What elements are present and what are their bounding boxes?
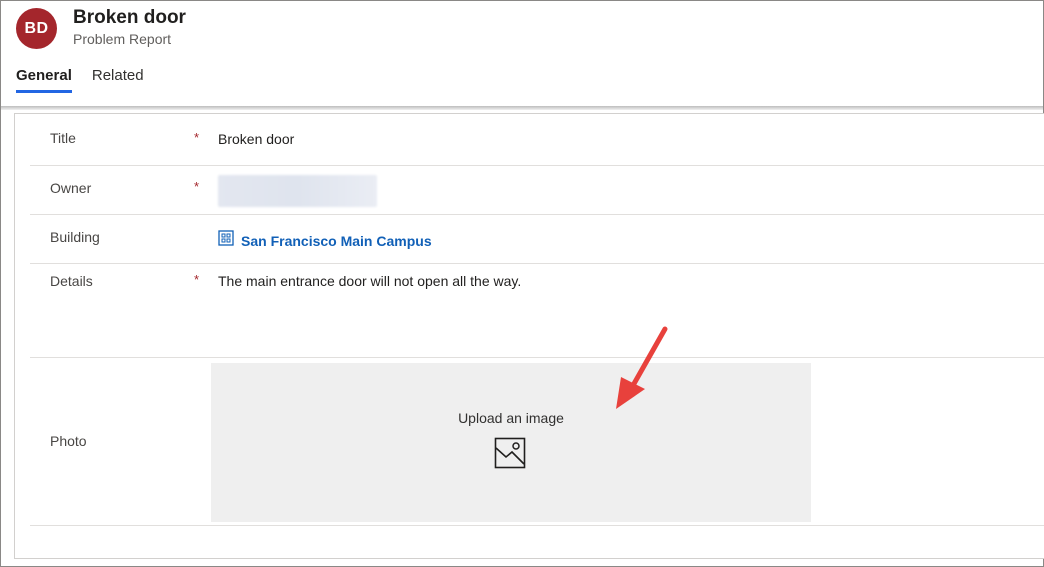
field-label-owner: Owner (50, 180, 92, 196)
building-lookup[interactable]: San Francisco Main Campus (218, 230, 432, 251)
tab-bar: General Related (16, 67, 144, 93)
tab-general[interactable]: General (16, 67, 72, 93)
image-icon (494, 437, 526, 474)
record-title: Broken door (73, 7, 186, 28)
tab-related[interactable]: Related (92, 67, 144, 93)
field-label-title: Title (50, 130, 76, 146)
image-upload-area[interactable]: Upload an image (211, 363, 811, 522)
required-indicator: * (194, 272, 200, 287)
details-field[interactable]: The main entrance door will not open all… (218, 273, 521, 289)
field-row-building: Building San Francisco Main Campus (30, 215, 1044, 264)
field-label-details: Details (50, 273, 93, 289)
field-row-photo: Photo Upload an image (30, 358, 1044, 526)
field-label-photo: Photo (50, 433, 87, 449)
avatar: BD (16, 8, 57, 49)
required-indicator: * (194, 130, 200, 145)
record-header: BD Broken door Problem Report General Re… (1, 1, 1043, 108)
required-indicator: * (194, 179, 200, 194)
upload-image-label: Upload an image (458, 410, 564, 426)
field-label-building: Building (50, 229, 100, 245)
building-icon (218, 230, 234, 251)
building-link[interactable]: San Francisco Main Campus (241, 233, 432, 249)
field-row-title: Title * Broken door (30, 115, 1044, 166)
record-entity-type: Problem Report (73, 31, 172, 47)
field-row-owner: Owner * (30, 166, 1044, 215)
owner-field[interactable] (218, 175, 377, 207)
title-field[interactable]: Broken door (218, 131, 294, 147)
field-row-details: Details * The main entrance door will no… (30, 264, 1044, 358)
